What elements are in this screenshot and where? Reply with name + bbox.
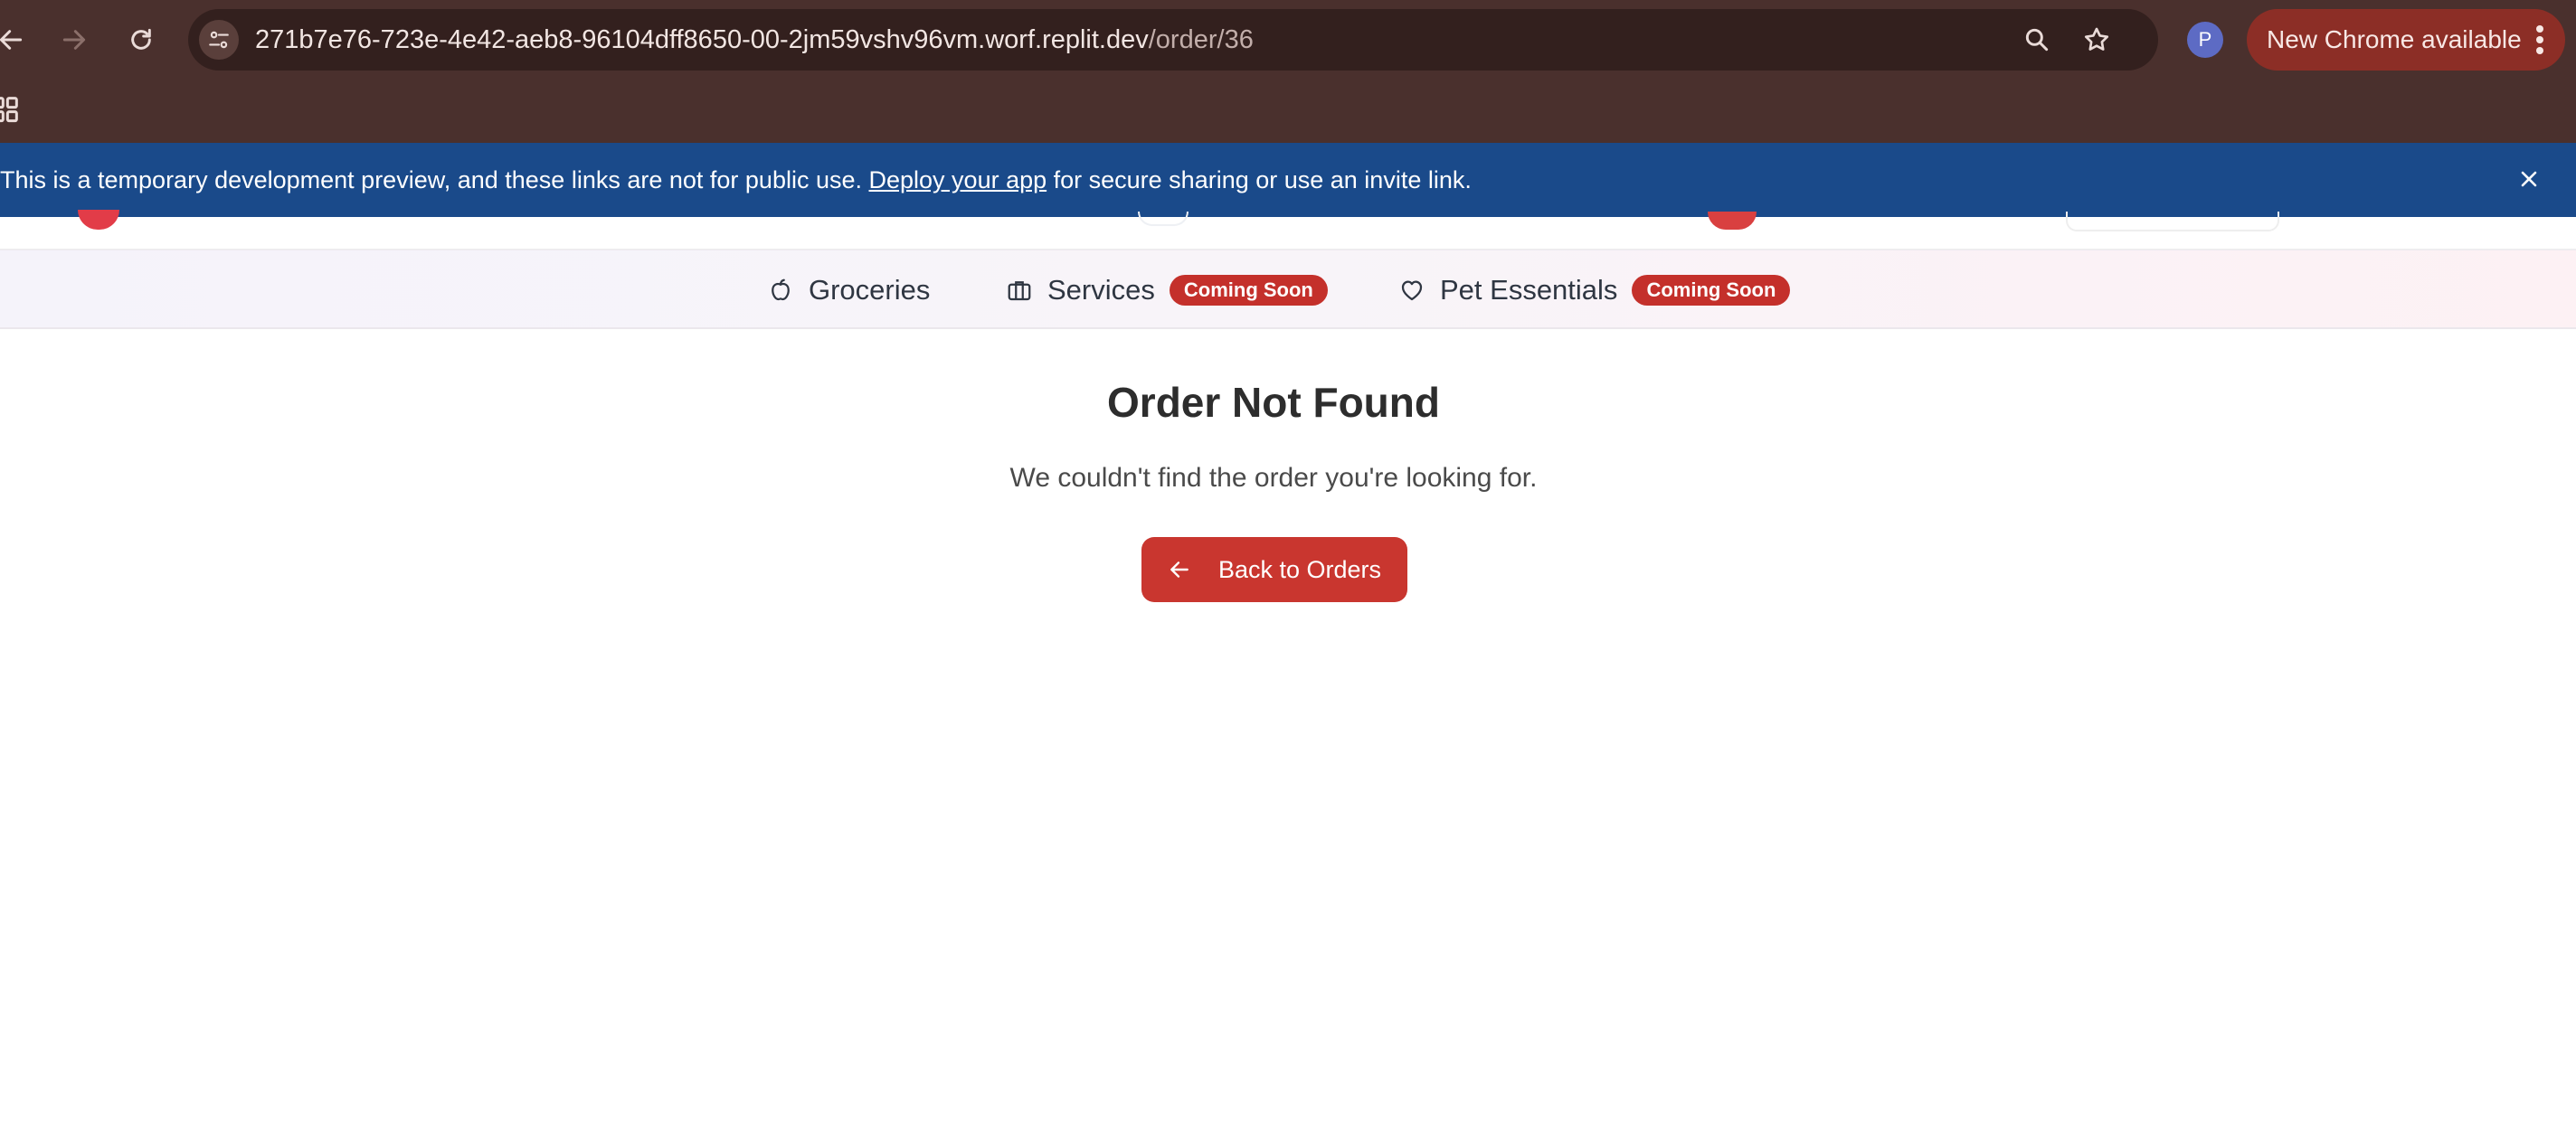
- not-found-message: We couldn't find the order you're lookin…: [1009, 463, 1538, 493]
- header-search-control[interactable]: [1138, 212, 1189, 226]
- forward-arrow-icon[interactable]: [54, 20, 94, 60]
- site-logo[interactable]: [78, 210, 119, 230]
- category-nav: Groceries Services Coming Soon Pet Essen…: [0, 250, 2576, 329]
- dev-banner-text-before: This is a temporary development preview,…: [0, 166, 869, 193]
- bookmark-star-icon[interactable]: [2079, 22, 2115, 58]
- briefcase-icon: [1008, 281, 1031, 301]
- dev-banner-text-after: for secure sharing or use an invite link…: [1046, 166, 1472, 193]
- close-icon[interactable]: [2511, 161, 2547, 197]
- arrow-left-icon: [1170, 561, 1189, 578]
- back-to-orders-button[interactable]: Back to Orders: [1141, 537, 1407, 602]
- category-services[interactable]: Services Coming Soon: [1006, 250, 1328, 330]
- url-host: 271b7e76-723e-4e42-aeb8-96104dff8650-00-…: [255, 25, 1149, 54]
- more-menu-icon[interactable]: [2531, 22, 2549, 58]
- header-action-button[interactable]: [1708, 212, 1757, 230]
- coming-soon-badge: Coming Soon: [1169, 275, 1328, 306]
- dev-preview-banner: This is a temporary development preview,…: [0, 143, 2576, 217]
- dev-banner-message: This is a temporary development preview,…: [0, 143, 1472, 217]
- basket-icon: [772, 278, 790, 301]
- address-bar[interactable]: 271b7e76-723e-4e42-aeb8-96104dff8650-00-…: [188, 9, 2158, 71]
- profile-avatar[interactable]: P: [2187, 22, 2223, 58]
- coming-soon-badge: Coming Soon: [1632, 275, 1791, 306]
- back-arrow-icon[interactable]: [0, 20, 31, 60]
- header-account-control[interactable]: [2066, 212, 2279, 231]
- url-text[interactable]: 271b7e76-723e-4e42-aeb8-96104dff8650-00-…: [255, 9, 1254, 71]
- category-pet-essentials[interactable]: Pet Essentials Coming Soon: [1398, 250, 1791, 330]
- url-path: /order/36: [1148, 25, 1254, 54]
- category-label: Services: [1047, 274, 1155, 306]
- update-chrome-button[interactable]: New Chrome available: [2247, 9, 2565, 71]
- zoom-icon[interactable]: [2019, 22, 2055, 58]
- site-settings-icon[interactable]: [199, 20, 239, 60]
- heart-icon: [1401, 280, 1423, 301]
- back-to-orders-label: Back to Orders: [1217, 555, 1382, 583]
- bookmarks-bar: [0, 80, 2576, 143]
- category-label: Pet Essentials: [1440, 274, 1618, 306]
- category-label: Groceries: [809, 274, 931, 306]
- apps-grid-icon[interactable]: [0, 92, 36, 128]
- category-groceries[interactable]: Groceries: [767, 250, 930, 330]
- deploy-app-link[interactable]: Deploy your app: [869, 166, 1047, 193]
- update-chrome-label: New Chrome available: [2267, 25, 2522, 53]
- browser-toolbar: 271b7e76-723e-4e42-aeb8-96104dff8650-00-…: [0, 0, 2576, 80]
- page-title: Order Not Found: [1107, 379, 1440, 426]
- site-header: [0, 210, 2576, 250]
- reload-icon[interactable]: [121, 20, 161, 60]
